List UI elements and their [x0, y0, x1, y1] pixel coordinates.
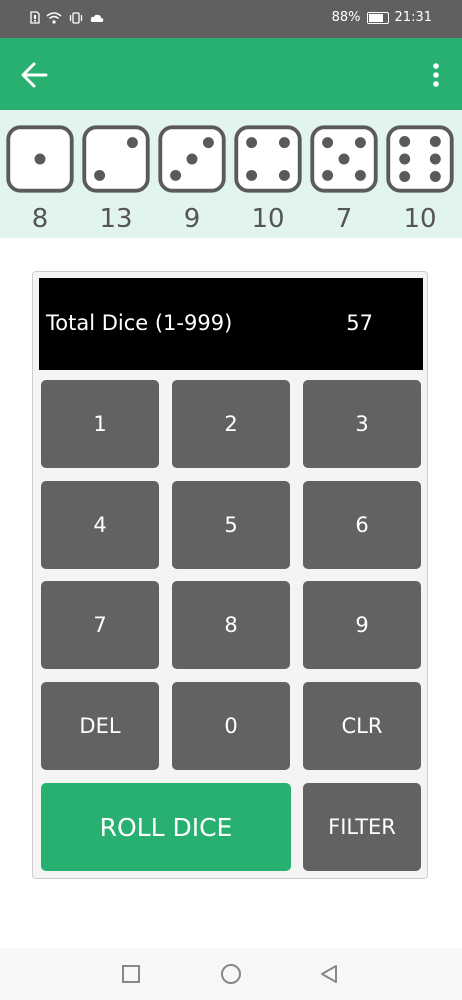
die-count: 7 [335, 204, 353, 234]
filter-button[interactable]: FILTER [303, 783, 421, 871]
key-7[interactable]: 7 [41, 581, 159, 669]
back-arrow-icon[interactable] [18, 58, 52, 92]
die-3-icon [158, 125, 226, 193]
die-pip [322, 169, 334, 181]
die-pip [186, 153, 198, 165]
die-pip [278, 169, 290, 181]
die-face-1[interactable]: 8 [2, 122, 78, 238]
die-face-6[interactable]: 10 [382, 122, 458, 238]
total-dice-label: Total Dice (1-999) [46, 311, 233, 335]
key-5[interactable]: 5 [172, 481, 290, 569]
total-dice-value: 57 [346, 311, 373, 335]
delete-button[interactable]: DEL [41, 682, 159, 770]
dice-summary: 8 13 9 10 7 10 [0, 110, 462, 238]
key-3[interactable]: 3 [303, 380, 421, 468]
triangle-back-icon[interactable] [317, 962, 341, 986]
die-pip [399, 153, 411, 165]
key-0[interactable]: 0 [172, 682, 290, 770]
die-pip [322, 137, 334, 149]
roll-dice-button[interactable]: ROLL DICE [41, 783, 291, 871]
die-pip [170, 169, 182, 181]
die-2-icon [82, 125, 150, 193]
die-6-icon [386, 125, 454, 193]
die-body [82, 125, 150, 193]
die-pip [202, 137, 214, 149]
status-bar: 88% 21:31 [0, 0, 462, 38]
system-nav-bar [0, 948, 462, 1000]
die-pip [338, 153, 350, 165]
die-5-icon [310, 125, 378, 193]
die-1-icon [6, 125, 74, 193]
battery-level [368, 13, 384, 22]
die-pip [246, 169, 258, 181]
dice-keypad: Total Dice (1-999) 57 1 2 3 4 5 6 7 8 9 … [32, 271, 428, 879]
die-4-icon [234, 125, 302, 193]
die-face-5[interactable]: 7 [306, 122, 382, 238]
key-4[interactable]: 4 [41, 481, 159, 569]
key-9[interactable]: 9 [303, 581, 421, 669]
die-face-3[interactable]: 9 [154, 122, 230, 238]
status-right: 88% 21:31 [332, 10, 432, 25]
square-recents-icon[interactable] [119, 962, 143, 986]
battery-percent: 88% [331, 10, 361, 25]
die-pip [399, 171, 411, 182]
die-body [234, 125, 302, 193]
die-pip [429, 153, 441, 165]
die-count: 8 [31, 204, 49, 234]
die-count: 13 [99, 204, 133, 234]
key-2[interactable]: 2 [172, 380, 290, 468]
die-count: 9 [183, 204, 201, 234]
die-pip [354, 169, 366, 181]
die-pip [429, 171, 441, 182]
circle-home-icon[interactable] [219, 962, 243, 986]
die-pip [94, 169, 106, 181]
more-vertical-icon[interactable] [424, 60, 448, 90]
die-body [386, 125, 454, 193]
sim-icon [30, 11, 40, 24]
wifi-icon [46, 11, 62, 24]
key-8[interactable]: 8 [172, 581, 290, 669]
die-pip [354, 137, 366, 149]
clear-button[interactable]: CLR [303, 682, 421, 770]
die-count: 10 [251, 204, 285, 234]
cloud-icon [90, 14, 104, 22]
die-face-4[interactable]: 10 [230, 122, 306, 238]
clock: 21:31 [394, 10, 432, 25]
battery-icon [366, 11, 389, 24]
app-bar [0, 38, 462, 110]
die-face-2[interactable]: 13 [78, 122, 154, 238]
die-pip [429, 136, 441, 147]
die-pip [399, 136, 411, 147]
die-pip [246, 137, 258, 149]
die-pip [34, 153, 46, 165]
total-dice-display: Total Dice (1-999) 57 [39, 278, 423, 370]
key-6[interactable]: 6 [303, 481, 421, 569]
die-pip [126, 137, 138, 149]
key-1[interactable]: 1 [41, 380, 159, 468]
die-count: 10 [403, 204, 437, 234]
vibrate-icon [69, 11, 83, 24]
die-pip [278, 137, 290, 149]
status-icons [30, 11, 104, 24]
